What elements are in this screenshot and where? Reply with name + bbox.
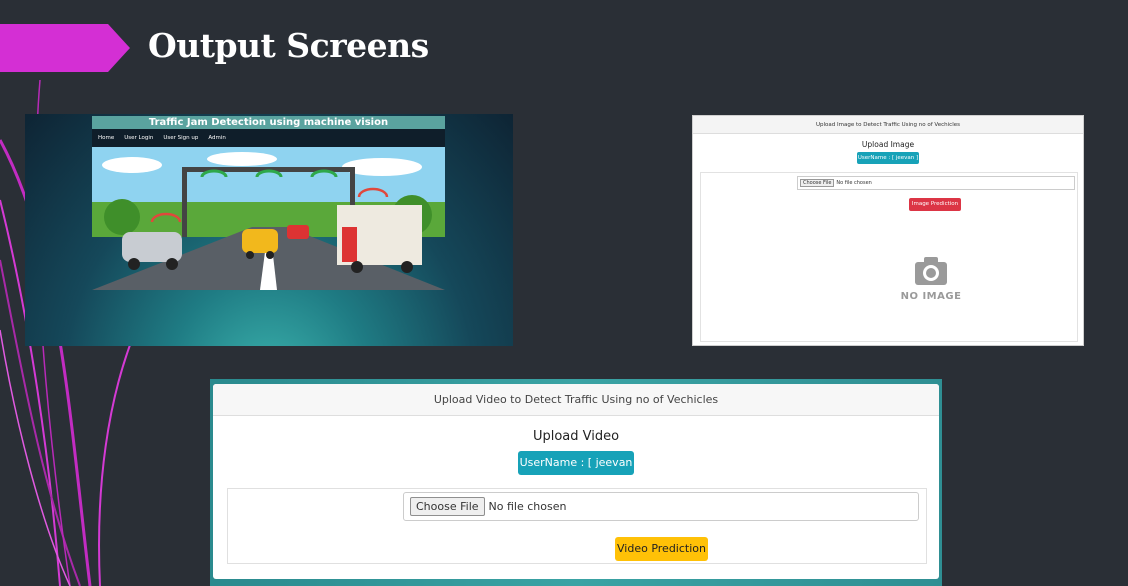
choose-file-button[interactable]: Choose File <box>800 179 835 187</box>
choose-file-button[interactable]: Choose File <box>410 497 485 516</box>
title-accent-arrow <box>0 24 130 72</box>
camera-icon <box>915 257 947 285</box>
file-input[interactable]: Choose File No file chosen <box>403 492 919 521</box>
upload-panel: Choose File No file chosen Image Predict… <box>700 172 1078 342</box>
file-input[interactable]: Choose File No file chosen <box>797 176 1075 190</box>
traffic-highway-illustration <box>92 147 445 290</box>
file-status: No file chosen <box>488 500 567 513</box>
video-card: Upload Video to Detect Traffic Using no … <box>213 384 939 579</box>
nav-item-home[interactable]: Home <box>98 135 114 141</box>
home-page-screenshot: Traffic Jam Detection using machine visi… <box>25 114 513 346</box>
upload-panel: Choose File No file chosen Video Predict… <box>227 488 927 564</box>
username-button[interactable]: UserName : [ jeevan ] <box>857 152 919 164</box>
nav-item-admin[interactable]: Admin <box>208 135 226 141</box>
username-button[interactable]: UserName : [ jeevan ] <box>518 451 634 493</box>
app-title: Traffic Jam Detection using machine visi… <box>92 116 445 129</box>
top-nav: Home User Login User Sign up Admin <box>92 129 445 147</box>
video-prediction-button[interactable]: Video Prediction <box>615 537 708 561</box>
image-upload-screenshot: Upload Image to Detect Traffic Using no … <box>692 115 1084 346</box>
card-header: Upload Image to Detect Traffic Using no … <box>693 116 1083 134</box>
file-status: No file chosen <box>836 180 872 186</box>
card-header: Upload Video to Detect Traffic Using no … <box>213 384 939 416</box>
image-prediction-button[interactable]: Image Prediction <box>909 198 961 211</box>
nav-item-user-sign-up[interactable]: User Sign up <box>163 135 198 141</box>
page-heading: Upload Video <box>532 429 620 444</box>
video-upload-screenshot: Upload Video to Detect Traffic Using no … <box>210 379 942 586</box>
slide-title: Output Screens <box>148 26 429 65</box>
no-image-text: NO IMAGE <box>900 291 962 302</box>
nav-item-user-login[interactable]: User Login <box>124 135 153 141</box>
page-heading: Upload Image <box>861 140 915 149</box>
no-image-placeholder: NO IMAGE <box>891 257 971 302</box>
